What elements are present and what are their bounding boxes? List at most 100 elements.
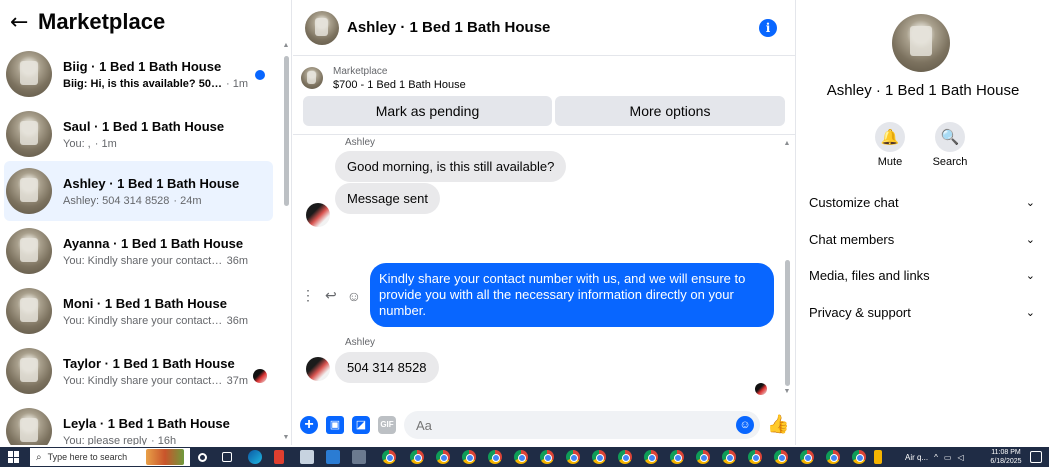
section-customize-chat[interactable]: Customize chat ⌄ [809,191,1035,213]
conversation-item-moni[interactable]: Moni · 1 Bed 1 Bath House You: Kindly sh… [4,281,273,341]
chrome-icon[interactable] [644,450,658,464]
like-icon[interactable]: 👍 [767,414,789,435]
chevron-up-icon[interactable]: ^ [934,453,938,462]
conversation-list-scrollbar[interactable]: ▲ ▼ [281,40,291,445]
photo-icon[interactable]: ▣ [326,416,344,434]
search-highlight-image [146,449,184,465]
chrome-icon[interactable] [436,450,450,464]
conversation-list-header: ← Marketplace [0,0,291,44]
chrome-icon[interactable] [748,450,762,464]
emoji-icon[interactable]: ☺ [736,416,754,434]
taskbar-search-placeholder: Type here to search [47,452,128,462]
conversation-item-leyla[interactable]: Leyla · 1 Bed 1 Bath House You: please r… [4,401,273,445]
conversation-time: · 1m [226,77,248,90]
scrollbar-thumb[interactable] [785,260,790,386]
task-view-icon[interactable] [222,452,232,462]
chrome-icon[interactable] [592,450,606,464]
conversation-item-ayanna[interactable]: Ayanna · 1 Bed 1 Bath House You: Kindly … [4,221,273,281]
scroll-up-icon[interactable]: ▲ [281,42,291,49]
incoming-message: Good morning, is this still available? [335,151,567,182]
message-actions: ⋮ ↩ ☺ [301,287,361,304]
taskbar-clock[interactable]: 11:08 PM 6/18/2025 [988,448,1024,466]
avatar[interactable] [305,10,339,45]
conversation-preview: You: Kindly share your contact nu... [63,254,223,267]
avatar [6,288,52,334]
gif-icon[interactable]: GIF [378,416,396,434]
back-arrow-icon[interactable]: ← [10,10,38,35]
search-icon[interactable]: 🔍 [935,122,965,152]
chrome-icon[interactable] [462,450,476,464]
chrome-icon[interactable] [488,450,502,464]
message-thread-scrollbar[interactable]: ▲ ▼ [782,140,792,402]
sticker-icon[interactable]: ◪ [352,416,370,434]
scroll-down-icon[interactable]: ▼ [281,434,291,441]
listing-title: $700 - 1 Bed 1 Bath House [333,78,466,91]
mail-icon[interactable] [326,450,340,464]
chrome-icon[interactable] [618,450,632,464]
info-icon[interactable]: i [759,19,777,37]
bell-icon[interactable]: 🔔 [875,122,905,152]
messenger-app: ← Marketplace Biig · 1 Bed 1 Bath House … [0,0,1049,445]
chrome-icon[interactable] [774,450,788,464]
avatar [6,408,52,445]
more-options-button[interactable]: More options [555,96,785,126]
chrome-icon[interactable] [826,450,840,464]
chrome-icon[interactable] [382,450,396,464]
section-privacy-support[interactable]: Privacy & support ⌄ [809,301,1035,323]
conversation-time: 36m [226,254,248,267]
scroll-up-icon[interactable]: ▲ [782,140,792,147]
taskbar-search[interactable]: ⌕ Type here to search [30,448,190,466]
read-receipt-avatar [755,383,767,395]
section-media-files-links[interactable]: Media, files and links ⌄ [809,264,1035,286]
conversation-time: 36m [226,314,248,327]
cortana-icon[interactable] [198,453,207,462]
plus-icon[interactable]: + [300,416,318,434]
conversation-list-panel: ← Marketplace Biig · 1 Bed 1 Bath House … [0,0,292,445]
weather-icon[interactable] [874,450,882,464]
chat-title[interactable]: Ashley · 1 Bed 1 Bath House [347,19,550,36]
scrollbar-thumb[interactable] [284,56,289,206]
section-chat-members[interactable]: Chat members ⌄ [809,228,1035,250]
chrome-icon[interactable] [566,450,580,464]
chrome-icon[interactable] [722,450,736,464]
conversation-item-ashley[interactable]: Ashley · 1 Bed 1 Bath House Ashley: 504 … [4,161,273,221]
network-icon[interactable]: ▭ [944,453,952,462]
conversation-item-taylor[interactable]: Taylor · 1 Bed 1 Bath House You: Kindly … [4,341,273,401]
store-icon[interactable] [300,450,314,464]
react-icon[interactable]: ☺ [347,288,361,304]
avatar [6,168,52,214]
section-label: Customize chat [809,194,899,210]
chrome-icon[interactable] [540,450,554,464]
pinned-app-icon[interactable] [274,450,284,464]
message-input[interactable] [404,411,760,439]
calculator-icon[interactable] [352,450,366,464]
conversation-time: · 24m [173,194,202,207]
reply-icon[interactable]: ↩ [325,287,337,304]
mark-as-pending-button[interactable]: Mark as pending [303,96,552,126]
conversation-name: Ashley · 1 Bed 1 Bath House [63,175,240,191]
conversation-item-biig[interactable]: Biig · 1 Bed 1 Bath House Biig: Hi, is t… [4,44,273,104]
chrome-icon[interactable] [410,450,424,464]
conversation-item-saul[interactable]: Saul · 1 Bed 1 Bath House You: , · 1m [4,104,273,164]
seen-avatar [253,369,267,383]
chrome-icon[interactable] [800,450,814,464]
incoming-message: Message sent [335,183,440,214]
notification-icon[interactable] [1030,451,1042,463]
avatar [6,348,52,394]
weather-label[interactable]: Air q... [905,453,928,462]
section-label: Chat members [809,231,895,247]
more-icon[interactable]: ⋮ [301,287,315,304]
marketplace-listing[interactable]: Marketplace $700 - 1 Bed 1 Bath House [301,61,466,95]
chrome-icon[interactable] [852,450,866,464]
edge-icon[interactable] [248,450,262,464]
chrome-icon[interactable] [696,450,710,464]
chrome-icon[interactable] [514,450,528,464]
scroll-down-icon[interactable]: ▼ [782,388,792,395]
chrome-icon[interactable] [670,450,684,464]
conversation-name: Moni · 1 Bed 1 Bath House [63,295,227,311]
incoming-message: 504 314 8528 [335,352,439,383]
volume-icon[interactable]: ◁ [957,453,963,462]
avatar[interactable] [892,14,950,72]
windows-start-icon[interactable] [8,451,20,463]
conversation-name: Biig · 1 Bed 1 Bath House [63,58,222,74]
